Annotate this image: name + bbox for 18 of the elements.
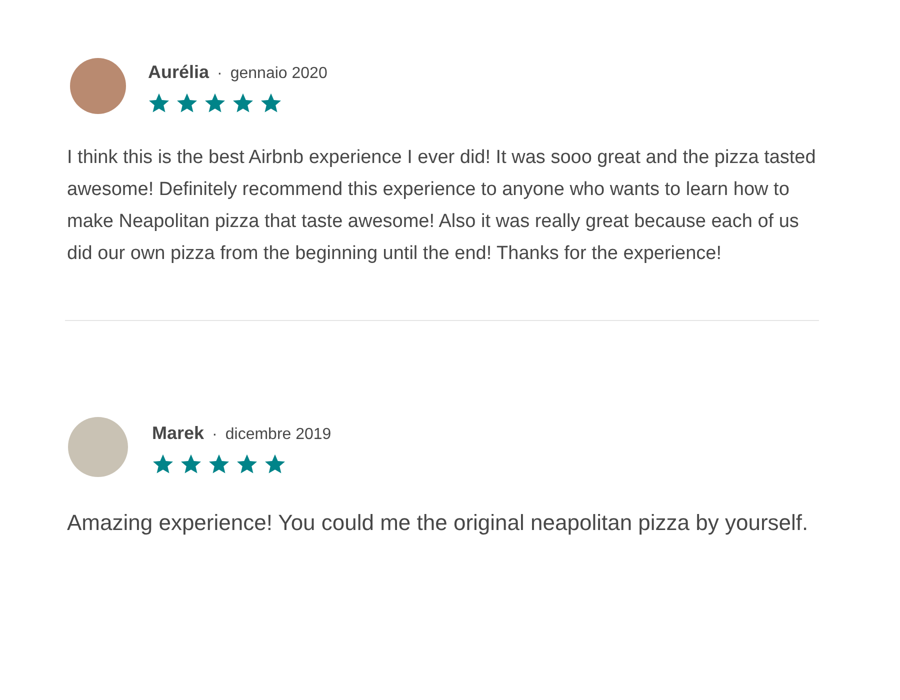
star-icon <box>232 92 254 114</box>
star-icon <box>148 92 170 114</box>
star-icon <box>236 452 258 474</box>
review-text: I think this is the best Airbnb experience I ever did! It was sooo great and the pizza tasted awesome! Definitely recommend this experience to anyone who wants to learn how to make Neapolitan pizza that taste awesome! Also it was really great because each of us did our own pizza from the beginning until the end! Thanks for the experience! <box>67 146 817 266</box>
review-date: gennaio 2020 <box>230 64 328 84</box>
star-icon <box>208 452 230 474</box>
review-text: Amazing experience! You could me the original neapolitan pizza by yourself. <box>67 509 810 537</box>
review-date: dicembre 2019 <box>225 424 332 444</box>
star-icon <box>264 452 286 474</box>
reviewer-name: Aurélia <box>148 60 210 84</box>
reviewer-name: Marek <box>152 422 204 444</box>
star-icon <box>204 92 226 114</box>
star-icon <box>180 452 202 474</box>
separator-dot: · <box>212 424 218 444</box>
star-icon <box>260 92 282 114</box>
star-icon <box>176 92 198 114</box>
star-icon <box>152 452 174 474</box>
separator-dot: · <box>217 64 222 84</box>
